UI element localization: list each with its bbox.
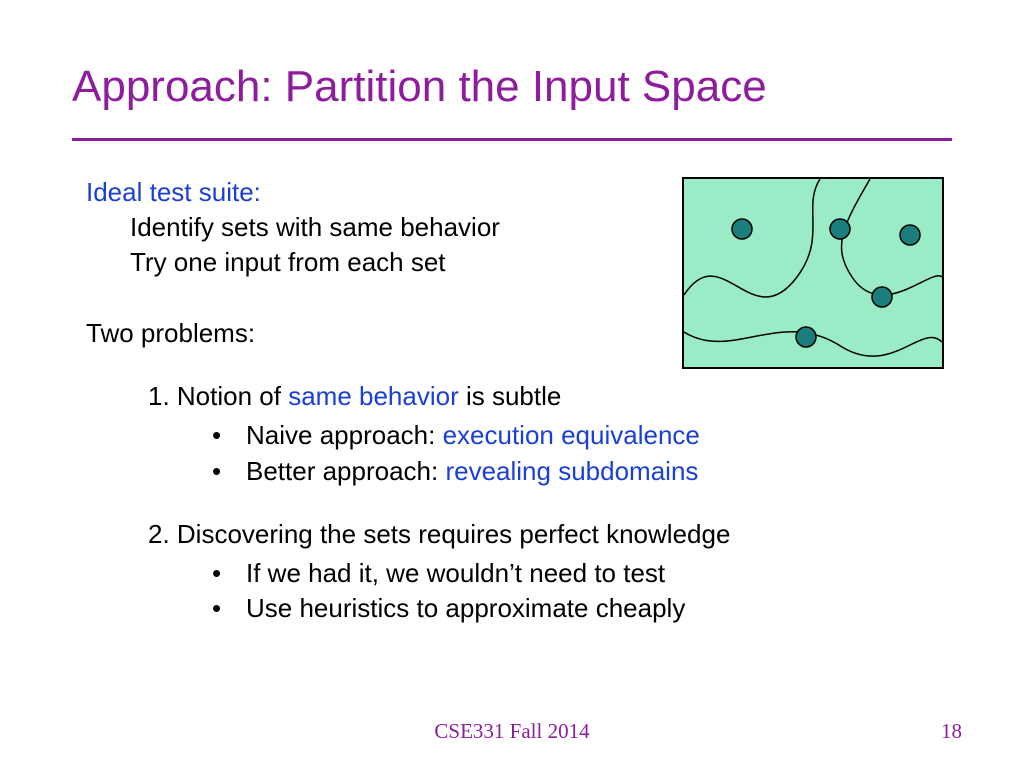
p1-suffix: is subtle bbox=[459, 381, 562, 411]
p1-bullet-1: Naive approach: execution equivalence bbox=[246, 418, 906, 453]
problem-1: 1. Notion of same behavior is subtle bbox=[148, 379, 906, 414]
title-underline bbox=[72, 138, 952, 141]
problem-2: 2. Discovering the sets requires perfect… bbox=[148, 517, 906, 552]
p1-b1-prefix: Naive approach: bbox=[246, 420, 443, 450]
slide-title: Approach: Partition the Input Space bbox=[72, 62, 767, 112]
p1-bullets: Naive approach: execution equivalence Be… bbox=[86, 418, 906, 488]
footer-page-number: 18 bbox=[941, 719, 962, 744]
dot-1 bbox=[732, 219, 752, 239]
p1-prefix: 1. Notion of bbox=[148, 381, 288, 411]
slide: Approach: Partition the Input Space Idea… bbox=[0, 0, 1024, 768]
dot-3 bbox=[900, 225, 920, 245]
ideal-heading-text: Ideal test suite: bbox=[86, 177, 261, 207]
dot-4 bbox=[872, 287, 892, 307]
p1-bullet-2: Better approach: revealing subdomains bbox=[246, 454, 906, 489]
footer-course: CSE331 Fall 2014 bbox=[0, 719, 1024, 744]
p2-bullet-1: If we had it, we wouldn’t need to test bbox=[246, 556, 906, 591]
partition-diagram bbox=[682, 177, 944, 369]
p2-bullet-2: Use heuristics to approximate cheaply bbox=[246, 591, 906, 626]
p1-b2-prefix: Better approach: bbox=[246, 456, 445, 486]
dot-5 bbox=[796, 327, 816, 347]
p1-b2-highlight: revealing subdomains bbox=[445, 456, 698, 486]
p2-bullets: If we had it, we wouldn’t need to test U… bbox=[86, 556, 906, 626]
dot-2 bbox=[830, 219, 850, 239]
p1-highlight: same behavior bbox=[288, 381, 459, 411]
p1-b1-highlight: execution equivalence bbox=[443, 420, 700, 450]
partition-svg bbox=[682, 177, 944, 369]
